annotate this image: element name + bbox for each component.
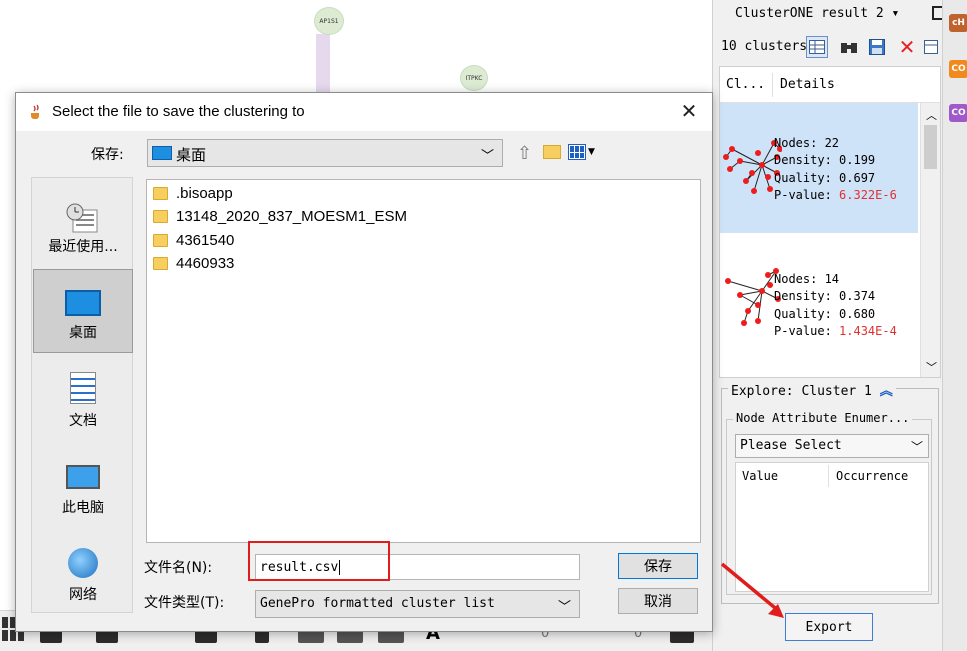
documents-icon [70, 372, 96, 404]
chevron-down-icon: ﹀ [480, 149, 494, 164]
attribute-group-title: Node Attribute Enumer... [733, 411, 913, 425]
pvalue-label: P-value: [774, 188, 840, 202]
place-recent[interactable]: 最近使用... [33, 182, 133, 266]
filename-highlight-box [248, 541, 390, 581]
pvalue-value: 6.322E-6 [839, 188, 897, 202]
network-edge [316, 34, 330, 94]
file-item[interactable]: 13148_2020_837_MOESM1_ESM [153, 205, 407, 227]
up-folder-icon[interactable]: ⇧ [517, 143, 532, 164]
cluster-density: Density: 0.199 [774, 153, 876, 167]
cancel-button[interactable]: 取消 [618, 588, 698, 614]
cluster-quality: Quality: 0.697 [774, 171, 876, 185]
save-in-label: 保存: [91, 147, 124, 163]
filetype-label: 文件类型(T): [144, 595, 225, 611]
cluster-scrollbar[interactable]: ︿ ﹀ [920, 103, 940, 377]
place-label: 网络 [69, 587, 97, 603]
cluster-row[interactable]: Nodes: 22 Density: 0.199 Quality: 0.697 … [720, 103, 918, 233]
place-label: 最近使用... [48, 239, 118, 255]
panel-title[interactable]: ClusterONE result 2 ▾ [735, 6, 899, 21]
cluster-nodes: Nodes: 14 [774, 272, 840, 286]
save-in-select[interactable]: 桌面 ﹀ [147, 139, 503, 167]
place-label: 桌面 [69, 325, 97, 341]
binoculars-icon[interactable] [838, 36, 860, 58]
panel-float-icon[interactable] [932, 6, 942, 20]
pvalue-label: P-value: [774, 324, 840, 338]
save-icon[interactable] [866, 36, 888, 58]
folder-icon [153, 186, 168, 200]
filetype-select[interactable]: GenePro formatted cluster list ﹀ [255, 590, 580, 618]
view-dropdown-icon[interactable]: ▼ [588, 147, 595, 157]
node-label: ITPKC [465, 74, 483, 82]
file-item[interactable]: .bisoapp [153, 182, 233, 204]
red-arrow-annotation [720, 562, 784, 618]
file-item[interactable]: 4460933 [153, 252, 234, 274]
cluster-result-panel: ClusterONE result 2 ▾ 10 clusters ✕ Cl..… [712, 0, 942, 651]
java-cup-icon [31, 104, 39, 119]
side-app-badge[interactable]: CO [949, 60, 967, 78]
cluster-row[interactable]: Nodes: 14 Density: 0.374 Quality: 0.680 … [720, 239, 918, 369]
new-folder-icon[interactable] [543, 145, 561, 159]
network-icon [68, 548, 98, 578]
place-label: 文档 [69, 413, 97, 429]
place-network[interactable]: 网络 [33, 530, 133, 614]
desktop-icon [65, 290, 101, 316]
folder-icon [153, 233, 168, 247]
folder-icon [153, 256, 168, 270]
scroll-thumb[interactable] [924, 125, 937, 169]
cluster-count: 10 clusters [721, 39, 808, 54]
dialog-titlebar[interactable]: Select the file to save the clustering t… [16, 93, 712, 131]
network-node[interactable]: AP1S1 [314, 7, 344, 35]
side-strip: cH CO CO [942, 0, 967, 651]
cluster-density: Density: 0.374 [774, 289, 876, 303]
place-label: 此电脑 [62, 500, 104, 516]
table-icon[interactable] [922, 36, 940, 58]
cluster-graph-thumbnail [725, 268, 781, 326]
view-menu-icon[interactable] [568, 144, 586, 160]
computer-icon [66, 465, 100, 489]
desktop-icon [152, 146, 172, 160]
dialog-title: Select the file to save the clustering t… [52, 103, 305, 120]
cluster-nodes: Nodes: 22 [774, 136, 840, 150]
chevron-down-icon: ﹀ [910, 440, 923, 454]
cluster-pvalue: P-value: 6.322E-6 [774, 187, 897, 205]
file-item[interactable]: 4361540 [153, 229, 234, 251]
close-icon[interactable]: ✕ [678, 99, 700, 123]
place-desktop[interactable]: 桌面 [33, 269, 133, 353]
delete-icon[interactable]: ✕ [896, 35, 918, 59]
cluster-pvalue: P-value: 1.434E-4 [774, 323, 897, 341]
chevron-down-icon: ﹀ [557, 600, 571, 615]
cluster-quality: Quality: 0.680 [774, 307, 876, 321]
recent-icon [66, 203, 98, 233]
column-header-value[interactable]: Value [742, 469, 778, 483]
node-label: AP1S1 [319, 17, 339, 25]
column-header-occurrence[interactable]: Occurrence [836, 469, 908, 483]
attribute-select[interactable]: Please Select ﹀ [735, 434, 929, 458]
file-list[interactable]: .bisoapp 13148_2020_837_MOESM1_ESM 43615… [146, 179, 701, 543]
column-header-details[interactable]: Details [780, 77, 835, 92]
cluster-graph-thumbnail [723, 140, 782, 194]
network-node[interactable]: ITPKC [460, 65, 488, 91]
side-app-badge[interactable]: CO [949, 104, 967, 122]
scroll-down-icon[interactable]: ﹀ [926, 359, 937, 375]
cluster-table-header: Cl... Details [720, 67, 940, 103]
save-button[interactable]: 保存 [618, 553, 698, 579]
column-header-cluster[interactable]: Cl... [726, 77, 765, 92]
filename-label: 文件名(N): [144, 560, 213, 576]
place-this-pc[interactable]: 此电脑 [33, 443, 133, 527]
export-button[interactable]: Export [785, 613, 873, 641]
side-app-badge[interactable]: cH [949, 14, 967, 32]
place-documents[interactable]: 文档 [33, 356, 133, 440]
pvalue-value: 1.434E-4 [839, 324, 897, 338]
scroll-up-icon[interactable]: ︿ [926, 107, 937, 123]
table-view-icon[interactable] [806, 36, 828, 58]
places-bar: 最近使用... 桌面 文档 此电脑 网络 [31, 177, 133, 613]
explore-title[interactable]: Explore: Cluster 1 ︽ [728, 380, 896, 399]
collapse-icon[interactable]: ︽ [880, 384, 893, 399]
folder-icon [153, 209, 168, 223]
cluster-table: Cl... Details Nodes: 22 Density: 0.199 Q… [719, 66, 941, 378]
